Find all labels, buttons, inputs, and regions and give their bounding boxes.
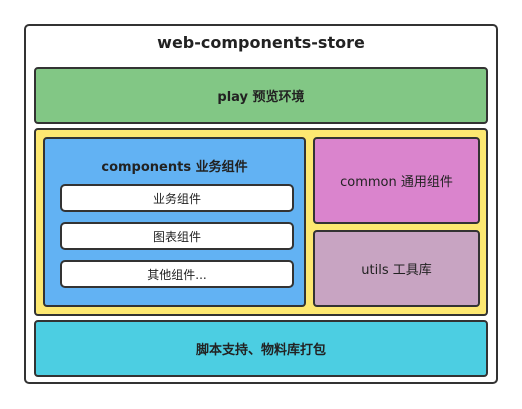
diagram-title: web-components-store <box>157 33 365 52</box>
common-label: common 通用组件 <box>340 175 453 190</box>
components-item-label: 其他组件... <box>147 267 207 282</box>
components-item-other: 其他组件... <box>60 260 294 288</box>
components-item-label: 业务组件 <box>152 191 201 206</box>
build-box: 脚本支持、物料库打包 <box>34 320 488 377</box>
play-label: play 预览环境 <box>217 90 305 105</box>
components-item-label: 图表组件 <box>152 229 201 244</box>
utils-label: utils 工具库 <box>361 263 432 278</box>
components-label: components 业务组件 <box>101 160 248 175</box>
common-box: common 通用组件 <box>313 137 480 224</box>
components-item-business: 业务组件 <box>60 184 294 212</box>
build-label: 脚本支持、物料库打包 <box>195 343 326 358</box>
utils-box: utils 工具库 <box>313 230 480 307</box>
components-item-chart: 图表组件 <box>60 222 294 250</box>
play-box: play 预览环境 <box>34 67 488 124</box>
